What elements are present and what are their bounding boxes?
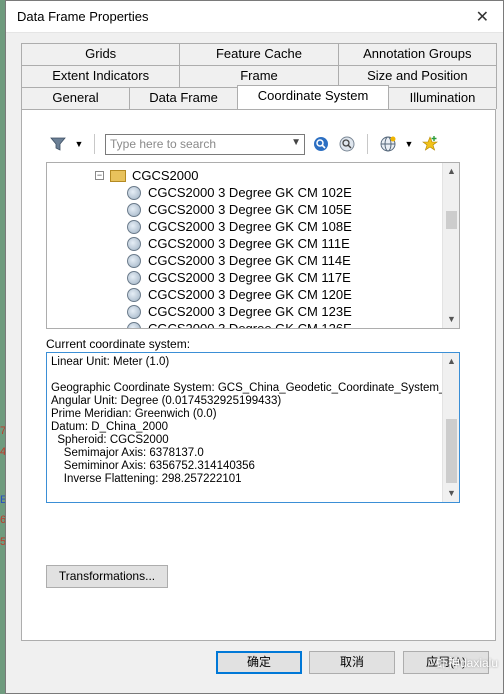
- tree-item[interactable]: CGCS2000 3 Degree GK CM 117E: [127, 269, 351, 286]
- scroll-down-icon[interactable]: ▼: [443, 485, 459, 502]
- tree-item[interactable]: CGCS2000 3 Degree GK CM 123E: [127, 303, 352, 320]
- search-input[interactable]: Type here to search ▼: [105, 133, 305, 155]
- detail-line: Inverse Flattening: 298.257222101: [51, 473, 242, 485]
- tree-item-label: CGCS2000 3 Degree GK CM 120E: [148, 287, 352, 302]
- tab-illumination[interactable]: Illumination: [387, 87, 497, 109]
- tab-data-frame[interactable]: Data Frame: [129, 87, 239, 109]
- detail-line: Prime Meridian: Greenwich (0.0): [51, 408, 217, 420]
- tab-extent-indicators[interactable]: Extent Indicators: [21, 65, 181, 87]
- detail-line: Datum: D_China_2000: [51, 421, 168, 433]
- tree-item-label: CGCS2000 3 Degree GK CM 117E: [148, 270, 351, 285]
- tab-row-2: Extent Indicators Frame Size and Positio…: [21, 65, 497, 87]
- filter-icon[interactable]: [48, 134, 68, 154]
- tree-item[interactable]: CGCS2000 3 Degree GK CM 111E: [127, 235, 350, 252]
- collapse-icon[interactable]: −: [95, 171, 104, 180]
- scroll-down-icon[interactable]: ▼: [443, 311, 459, 328]
- tree-folder-cgcs2000[interactable]: − CGCS2000: [95, 167, 198, 184]
- clear-search-icon[interactable]: [337, 134, 357, 154]
- tab-annotation-groups[interactable]: Annotation Groups: [337, 43, 497, 65]
- tree-item[interactable]: CGCS2000 3 Degree GK CM 105E: [127, 201, 352, 218]
- tree-item-label: CGCS2000 3 Degree GK CM 111E: [148, 236, 350, 251]
- coordinate-tree[interactable]: − CGCS2000 CGCS2000 3 Degree GK CM 102E …: [46, 162, 460, 329]
- globe-icon: [127, 219, 141, 234]
- globe-icon: [127, 236, 141, 251]
- globe-icon: [127, 304, 141, 319]
- tree-item[interactable]: CGCS2000 3 Degree GK CM 126E: [127, 320, 352, 329]
- globe-icon: [127, 287, 141, 302]
- detail-line: Semiminor Axis: 6356752.314140356: [51, 460, 255, 472]
- tree-item-label: CGCS2000 3 Degree GK CM 114E: [148, 253, 351, 268]
- tab-row-3: General Data Frame Coordinate System Ill…: [21, 85, 497, 109]
- globe-icon[interactable]: [378, 134, 398, 154]
- detail-line: Geographic Coordinate System: GCS_China_…: [51, 382, 460, 394]
- detail-line: ​: [51, 369, 459, 382]
- tree-item-label: CGCS2000 3 Degree GK CM 102E: [148, 185, 352, 200]
- toolbar-separator: [367, 134, 368, 154]
- scroll-up-icon[interactable]: ▲: [443, 163, 459, 180]
- tab-general[interactable]: General: [21, 87, 131, 109]
- tab-strip: Grids Feature Cache Annotation Groups Ex…: [21, 43, 497, 109]
- search-placeholder: Type here to search: [110, 137, 217, 151]
- coord-toolbar: ▼ Type here to search ▼ ▼: [48, 132, 440, 156]
- detail-line: Semimajor Axis: 6378137.0: [51, 447, 204, 459]
- tree-item[interactable]: CGCS2000 3 Degree GK CM 108E: [127, 218, 352, 235]
- tree-scrollbar[interactable]: ▲ ▼: [442, 163, 459, 328]
- transformations-button[interactable]: Transformations...: [46, 565, 168, 588]
- current-coordinate-label: Current coordinate system:: [46, 337, 191, 351]
- scroll-thumb[interactable]: [446, 419, 457, 483]
- tab-grids[interactable]: Grids: [21, 43, 181, 65]
- details-scrollbar[interactable]: ▲ ▼: [442, 353, 459, 502]
- folder-icon: [110, 169, 126, 182]
- globe-icon: [127, 321, 141, 328]
- tab-coordinate-system[interactable]: Coordinate System: [237, 85, 389, 109]
- tree-item-label: CGCS2000 3 Degree GK CM 126E: [148, 321, 352, 329]
- title-bar: Data Frame Properties ✕: [6, 1, 503, 33]
- coordinate-details: Linear Unit: Meter (1.0)​Geographic Coor…: [51, 356, 460, 486]
- chevron-down-icon[interactable]: ▼: [74, 134, 84, 154]
- tab-frame[interactable]: Frame: [179, 65, 339, 87]
- tree-item[interactable]: CGCS2000 3 Degree GK CM 114E: [127, 252, 351, 269]
- scroll-thumb[interactable]: [446, 211, 457, 229]
- cancel-button[interactable]: 取消: [309, 651, 395, 674]
- coordinate-system-panel: ▼ Type here to search ▼ ▼ − CGCS2000 CGC…: [21, 109, 496, 641]
- tab-row-1: Grids Feature Cache Annotation Groups: [21, 43, 497, 65]
- toolbar-separator: [94, 134, 95, 154]
- detail-line: Spheroid: CGCS2000: [51, 434, 169, 446]
- globe-icon: [127, 185, 141, 200]
- detail-line: Angular Unit: Degree (0.0174532925199433…: [51, 395, 282, 407]
- close-icon[interactable]: ✕: [476, 7, 489, 27]
- tree-item-label: CGCS2000 3 Degree GK CM 108E: [148, 219, 352, 234]
- ok-button[interactable]: 确定: [216, 651, 302, 674]
- tree-item[interactable]: CGCS2000 3 Degree GK CM 102E: [127, 184, 352, 201]
- chevron-down-icon[interactable]: ▼: [404, 134, 414, 154]
- globe-icon: [127, 202, 141, 217]
- tree-item-label: CGCS2000 3 Degree GK CM 105E: [148, 202, 352, 217]
- chevron-down-icon[interactable]: ▼: [291, 137, 301, 148]
- tree-item-label: CGCS2000 3 Degree GK CM 123E: [148, 304, 352, 319]
- tab-size-and-position[interactable]: Size and Position: [337, 65, 497, 87]
- watermark-text: 虾神daxialu: [435, 656, 498, 670]
- add-favorite-icon[interactable]: [420, 134, 440, 154]
- globe-icon: [127, 253, 141, 268]
- tree-item[interactable]: CGCS2000 3 Degree GK CM 120E: [127, 286, 352, 303]
- tab-feature-cache[interactable]: Feature Cache: [179, 43, 339, 65]
- scroll-up-icon[interactable]: ▲: [443, 353, 459, 370]
- detail-line: Linear Unit: Meter (1.0): [51, 356, 170, 368]
- tree-folder-label: CGCS2000: [132, 168, 199, 183]
- current-coordinate-textbox[interactable]: Linear Unit: Meter (1.0)​Geographic Coor…: [46, 352, 460, 503]
- window-title: Data Frame Properties: [17, 9, 149, 24]
- globe-icon: [127, 270, 141, 285]
- data-frame-properties-dialog: Data Frame Properties ✕ Grids Feature Ca…: [5, 0, 504, 694]
- search-icon[interactable]: [311, 134, 331, 154]
